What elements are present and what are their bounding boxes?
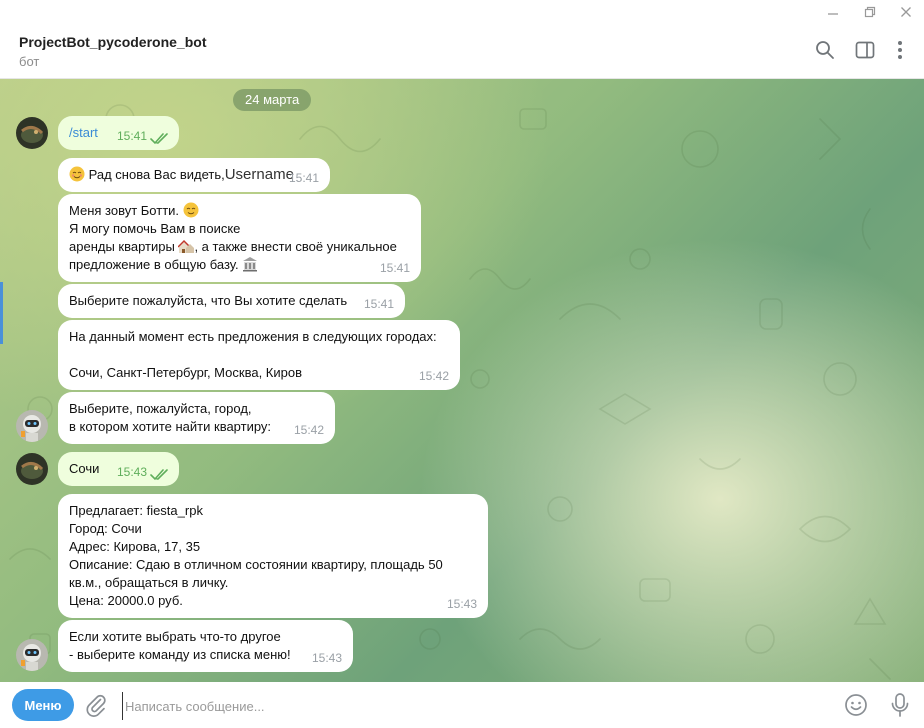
attach-icon[interactable] <box>84 693 108 717</box>
restore-icon[interactable] <box>856 2 884 22</box>
minimize-icon[interactable] <box>819 2 847 22</box>
message-time: 15:42 <box>418 369 449 383</box>
message-time: 15:42 <box>293 423 324 437</box>
message-time: 15:41 <box>379 261 410 275</box>
message-text[interactable]: Я могу помочь Вам в поиске <box>69 220 410 238</box>
message-text[interactable]: предложение в общую базу. <box>69 257 242 272</box>
selection-indicator <box>0 282 3 344</box>
more-vertical-icon[interactable] <box>888 38 912 62</box>
message-text[interactable]: Предлагает: fiesta_rpk Город: Сочи Адрес… <box>69 502 477 610</box>
message-outgoing[interactable]: Сочи 15:43 <box>58 452 179 486</box>
date-separator: 24 марта <box>233 89 312 111</box>
message-incoming[interactable]: Выберите пожалуйста, что Вы хотите сдела… <box>58 284 405 318</box>
houses-icon <box>178 239 195 253</box>
emoji-icon[interactable] <box>844 693 868 717</box>
message-text[interactable]: Меня зовут Ботти. <box>69 203 183 218</box>
relieved-face-icon <box>69 166 85 182</box>
message-time: 15:43 <box>116 465 147 479</box>
message-composer: Меню <box>0 682 924 728</box>
message-time: 15:41 <box>288 171 319 185</box>
message-input[interactable] <box>122 692 827 720</box>
message-incoming[interactable]: Если хотите выбрать что-то другое - выбе… <box>58 620 353 672</box>
bot-menu-button[interactable]: Меню <box>12 689 74 721</box>
user-avatar[interactable] <box>16 453 48 485</box>
bot-avatar[interactable] <box>16 639 48 671</box>
message-text[interactable]: аренды квартиры <box>69 239 178 254</box>
bank-icon <box>243 257 258 272</box>
message-time: 15:41 <box>116 129 147 143</box>
message-text[interactable]: Выберите пожалуйста, что Вы хотите сдела… <box>69 293 347 308</box>
chat-subtitle: бот <box>19 54 40 69</box>
microphone-icon[interactable] <box>888 692 912 718</box>
search-icon[interactable] <box>813 38 837 62</box>
relieved-face-icon <box>183 202 199 218</box>
username: Username <box>224 166 294 183</box>
chat-history[interactable]: 24 марта /start 15:41 Рад снова Вас виде… <box>0 79 924 682</box>
message-text[interactable]: На данный момент есть предложения в след… <box>69 328 449 382</box>
bot-avatar[interactable] <box>16 410 48 442</box>
user-avatar[interactable] <box>16 117 48 149</box>
message-text[interactable]: /start <box>69 125 98 140</box>
chat-header[interactable]: ProjectBot_pycoderone_bot бот <box>0 24 924 79</box>
message-text[interactable]: , а также внести своё уникальное <box>194 239 396 254</box>
message-incoming[interactable]: Предлагает: fiesta_rpk Город: Сочи Адрес… <box>58 494 488 618</box>
message-time: 15:43 <box>446 597 477 611</box>
double-check-icon <box>150 133 168 145</box>
window-titlebar <box>0 0 924 24</box>
message-outgoing[interactable]: /start 15:41 <box>58 116 179 150</box>
message-text[interactable]: Если хотите выбрать что-то другое - выбе… <box>69 628 342 664</box>
message-text[interactable]: Выберите, пожалуйста, город, в котором х… <box>69 400 324 436</box>
message-incoming[interactable]: Выберите, пожалуйста, город, в котором х… <box>58 392 335 444</box>
sidebar-toggle-icon[interactable] <box>853 38 877 62</box>
message-incoming[interactable]: Меня зовут Ботти. Я могу помочь Вам в по… <box>58 194 421 282</box>
message-incoming[interactable]: Рад снова Вас видеть,Username 15:41 <box>58 158 330 192</box>
message-incoming[interactable]: На данный момент есть предложения в след… <box>58 320 460 390</box>
chat-title[interactable]: ProjectBot_pycoderone_bot <box>19 34 206 50</box>
close-icon[interactable] <box>892 2 920 22</box>
message-text[interactable]: Рад снова Вас видеть, <box>89 167 225 182</box>
double-check-icon <box>150 469 168 481</box>
message-time: 15:41 <box>363 297 394 311</box>
message-time: 15:43 <box>311 651 342 665</box>
message-text[interactable]: Сочи <box>69 461 99 476</box>
